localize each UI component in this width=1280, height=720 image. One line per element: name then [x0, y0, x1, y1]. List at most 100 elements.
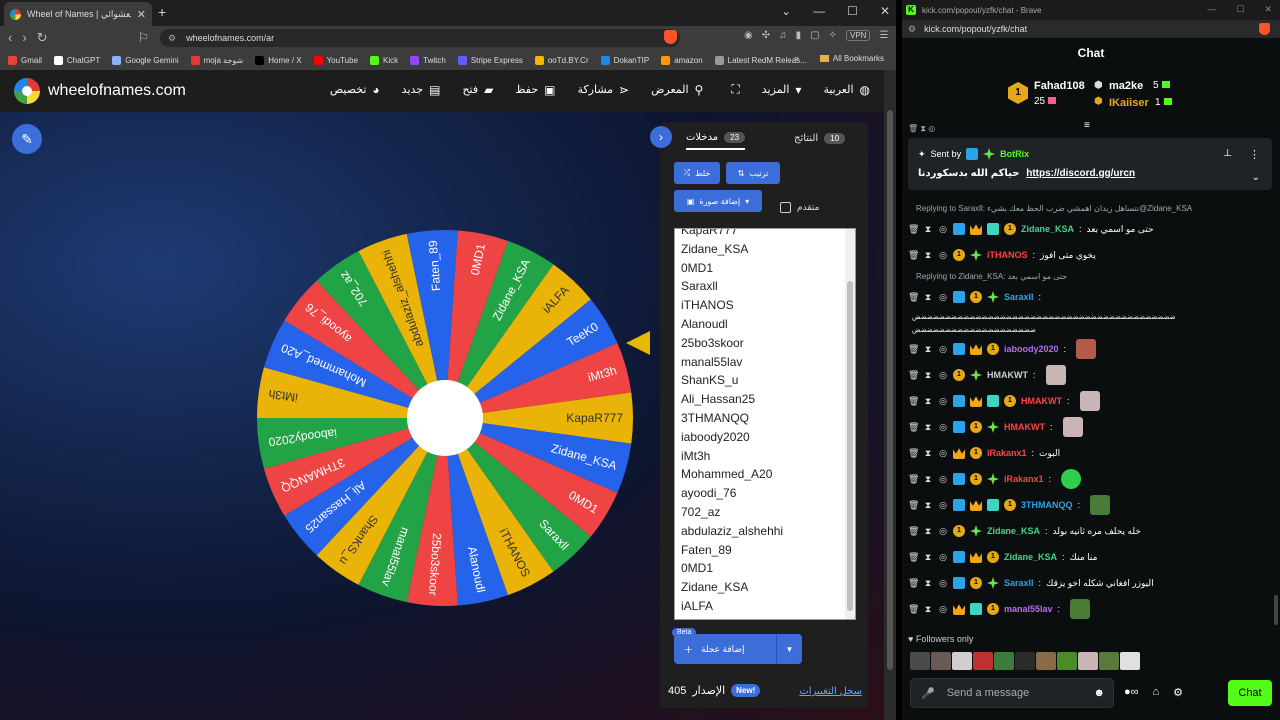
- chat-message[interactable]: 🗑 ⧗ ◎ 1 Zidane_KSA: حتى مو اسمي بعد: [908, 216, 1272, 242]
- chat-message[interactable]: 🗑 ⧗ ◎ 1 HMAKWT:: [908, 414, 1272, 440]
- chat-username[interactable]: iTHANOS: [987, 250, 1028, 260]
- menu-item[interactable]: ▣ حفظ: [515, 82, 555, 97]
- store-icon[interactable]: ⌂: [1153, 686, 1160, 699]
- popout-address-bar[interactable]: ⚙ kick.com/popout/yzfk/chat: [902, 20, 1280, 38]
- ban-icon[interactable]: ◎: [938, 224, 948, 235]
- delete-icon[interactable]: 🗑: [908, 422, 919, 433]
- chat-message[interactable]: 🗑 ⧗ ◎ 1 Saraxll:: [908, 284, 1272, 310]
- close-window-icon[interactable]: ✕: [880, 4, 890, 18]
- close-window-icon[interactable]: ✕: [1264, 4, 1272, 15]
- entries-textarea[interactable]: KapaR777 Zidane_KSA 0MD1 Saraxll iTHANOS Alan…: [674, 228, 856, 620]
- timeout-icon[interactable]: ⧗: [923, 604, 933, 615]
- more-options-icon[interactable]: ⋮: [1249, 148, 1260, 161]
- bookmark-item[interactable]: ooTd.BY.Cr: [534, 55, 589, 65]
- delete-icon[interactable]: 🗑: [908, 344, 919, 355]
- chat-scrollbar[interactable]: [1274, 595, 1278, 625]
- timeout-icon[interactable]: ⧗: [923, 292, 933, 303]
- delete-icon[interactable]: 🗑: [908, 474, 919, 485]
- maximize-icon[interactable]: ☐: [1236, 4, 1244, 15]
- chat-message[interactable]: 🗑 ⧗ ◎ 1 HMAKWT:: [908, 388, 1272, 414]
- delete-icon[interactable]: 🗑: [908, 292, 919, 303]
- chat-message[interactable]: 🗑 ⧗ ◎ 1 Saraxll: اليوزر افغاني شكله اخو يزقك: [908, 570, 1272, 596]
- logo-icon[interactable]: [14, 78, 40, 104]
- delete-icon[interactable]: 🗑: [908, 448, 919, 459]
- sort-button[interactable]: ⇅ ترتيب: [726, 162, 780, 184]
- ban-icon[interactable]: ◎: [938, 344, 948, 355]
- add-wheel-dropdown-icon[interactable]: ▼: [776, 634, 802, 664]
- advanced-checkbox[interactable]: متقدم: [780, 202, 819, 213]
- ban-icon[interactable]: ◎: [938, 370, 948, 381]
- ban-icon[interactable]: ◎: [938, 500, 948, 511]
- bookmark-icon[interactable]: ⚐: [138, 30, 150, 46]
- new-tab-icon[interactable]: +: [158, 4, 166, 20]
- chat-username[interactable]: iRakanx1: [987, 448, 1027, 458]
- unpin-icon[interactable]: ⊥: [1223, 148, 1232, 159]
- chat-message[interactable]: 🗑 ⧗ ◎ 1 3THMANQQ:: [908, 492, 1272, 518]
- timeout-icon[interactable]: ⧗: [923, 224, 933, 235]
- brave-shield-icon[interactable]: [1259, 23, 1270, 35]
- edit-pencil-icon[interactable]: ✎: [12, 124, 42, 154]
- ban-icon[interactable]: ◎: [938, 448, 948, 459]
- timeout-icon[interactable]: ⧗: [923, 578, 933, 589]
- speaker-icon[interactable]: ◉: [744, 30, 753, 41]
- bookmark-item[interactable]: Twitch: [410, 55, 446, 65]
- browser-tab[interactable]: Wheel of Names | عجلة الاسم العشوائي ✕: [4, 2, 152, 26]
- chat-message[interactable]: 🗑 ⧗ ◎ 1 HMAKWT:: [908, 362, 1272, 388]
- add-image-button[interactable]: ▣ إضافة صورة ▾: [674, 190, 762, 212]
- avatar[interactable]: [973, 652, 993, 670]
- reload-icon[interactable]: ↻: [37, 30, 48, 46]
- chat-message[interactable]: ضضضضضضضضضضضضضضضضضضضض: [908, 323, 1272, 336]
- tab-results[interactable]: النتائج 10: [794, 126, 846, 150]
- timeout-icon[interactable]: ⧗: [923, 422, 933, 433]
- reply-context[interactable]: Replying to Zidane_KSA: حتى مو اسمي بعد: [908, 268, 1272, 284]
- ban-icon[interactable]: ◎: [938, 604, 948, 615]
- chat-message[interactable]: ضضضضضضضضضضضضضضضضضضضضضضضضضضضضضضضضضضضضضضضض…: [908, 310, 1272, 323]
- avatar[interactable]: [1099, 652, 1119, 670]
- menu-item[interactable]: ▾ المزيد: [762, 82, 802, 97]
- avatar[interactable]: [1057, 652, 1077, 670]
- timeout-icon[interactable]: ⧗: [923, 552, 933, 563]
- chat-username[interactable]: HMAKWT: [1021, 396, 1062, 406]
- timeout-icon[interactable]: ⧗: [923, 370, 933, 381]
- timeout-icon[interactable]: ⧗: [923, 474, 933, 485]
- bookmark-item[interactable]: Google Gemini: [112, 55, 179, 65]
- leo-icon[interactable]: ✧: [829, 30, 837, 41]
- chat-message[interactable]: 🗑 ⧗ ◎ 1 iaboody2020:: [908, 336, 1272, 362]
- chat-send-button[interactable]: Chat: [1228, 680, 1272, 706]
- brave-shield-icon[interactable]: [664, 30, 677, 44]
- delete-icon[interactable]: 🗑: [908, 224, 919, 235]
- timeout-icon[interactable]: ⧗: [923, 526, 933, 537]
- pinned-message[interactable]: ✦ Sent by BotRix حياكم الله بدسكوردنا ht…: [908, 138, 1272, 190]
- chevron-down-icon[interactable]: ⌄: [1252, 172, 1260, 183]
- leader-name[interactable]: IKaiiser: [1109, 97, 1149, 109]
- chat-message[interactable]: 🗑 ⧗ ◎ 1 Zidane_KSA: منا منك: [908, 544, 1272, 570]
- chat-message[interactable]: 🗑 ⧗ ◎ 1 iRakanx1:: [908, 466, 1272, 492]
- sidebar-icon[interactable]: ▮: [796, 30, 802, 41]
- bookmark-item[interactable]: amazon: [661, 55, 703, 65]
- bookmark-item[interactable]: ChatGPT: [53, 55, 100, 65]
- minimize-icon[interactable]: —: [813, 4, 825, 18]
- chat-username[interactable]: Zidane_KSA: [987, 526, 1040, 536]
- chat-message[interactable]: 🗑 ⧗ ◎ 1 Zidane_KSA: خله يحلف مره ثانيه بولد: [908, 518, 1272, 544]
- bookmark-item[interactable]: Kick: [370, 55, 398, 65]
- menu-item[interactable]: ▤ جديد: [402, 82, 441, 97]
- avatar[interactable]: [1036, 652, 1056, 670]
- menu-item[interactable]: ◍ العربية: [823, 82, 870, 97]
- tab-entries[interactable]: مدخلات 23: [686, 126, 746, 150]
- add-wheel-button[interactable]: ＋ إضافة عجلة: [674, 634, 776, 664]
- menu-item[interactable]: ⚲ المعرض: [651, 82, 703, 97]
- avatar[interactable]: [994, 652, 1014, 670]
- pinned-user[interactable]: BotRix: [1000, 149, 1029, 159]
- ban-icon[interactable]: ◎: [938, 578, 948, 589]
- ban-icon[interactable]: ◎: [938, 552, 948, 563]
- bookmark-item[interactable]: Latest RedM Releas...: [714, 55, 807, 65]
- vpn-button[interactable]: VPN: [845, 30, 871, 41]
- wheel[interactable]: KapaR777 Zidane_KSA 0MD1 Saraxll iTHANOS Alan…: [255, 228, 635, 608]
- chat-username[interactable]: iaboody2020: [1004, 344, 1059, 354]
- delete-icon[interactable]: 🗑: [908, 500, 919, 511]
- ban-icon[interactable]: ◎: [938, 292, 948, 303]
- media-icon[interactable]: ♫: [779, 30, 787, 41]
- timeout-icon[interactable]: ⧗: [923, 500, 933, 511]
- chat-message[interactable]: 🗑 ⧗ ◎ 1 manal55lav:: [908, 596, 1272, 622]
- wheel-graphic[interactable]: KapaR777Zidane_KSA0MD1SaraxlliTHANOSAlan…: [255, 228, 635, 608]
